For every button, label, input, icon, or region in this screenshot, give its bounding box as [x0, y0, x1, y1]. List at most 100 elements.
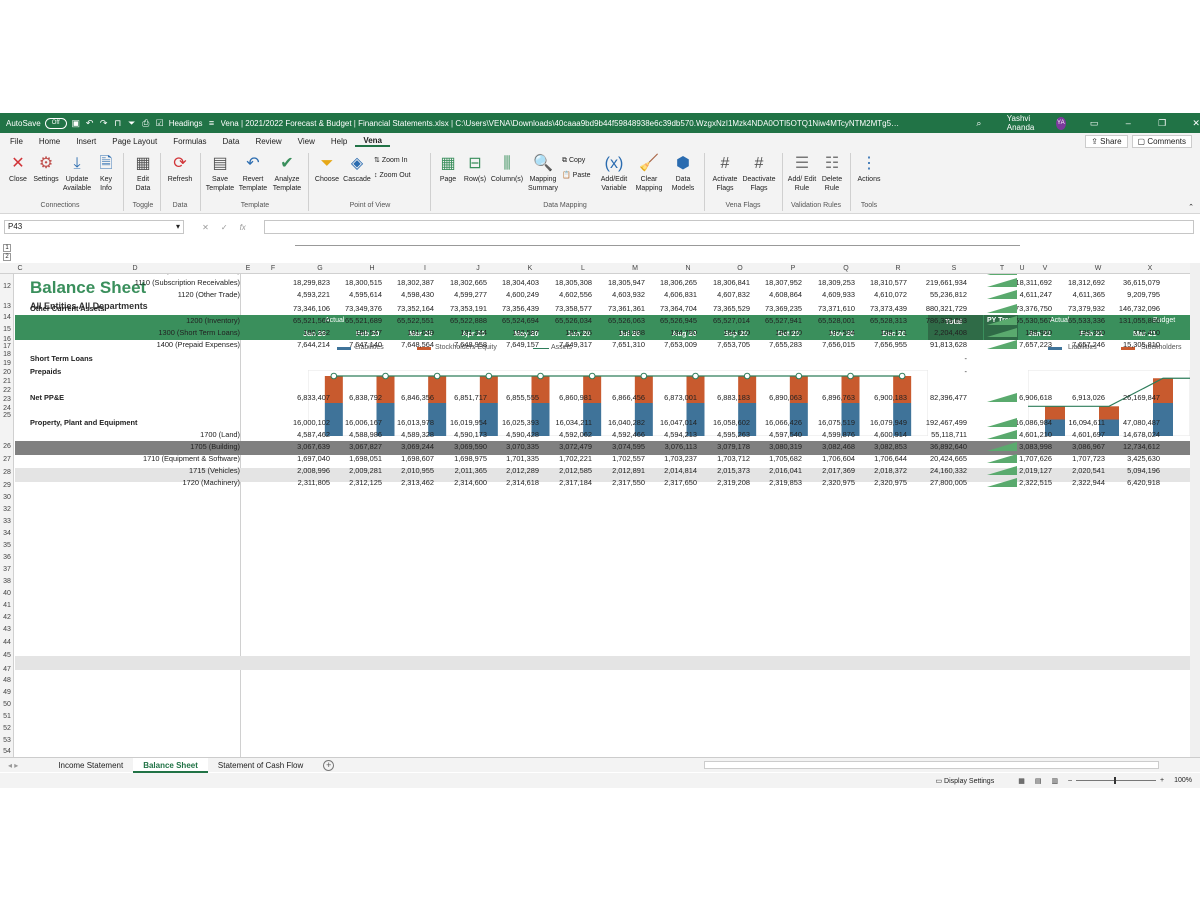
value-cell[interactable]: 4,594,213 — [664, 430, 697, 439]
value-cell[interactable]: 3,070,335 — [506, 442, 539, 451]
avatar[interactable]: YA — [1055, 116, 1066, 130]
tab-income-statement[interactable]: Income Statement — [48, 758, 133, 773]
row-header[interactable]: 24 — [0, 405, 14, 412]
value-cell[interactable]: 65,528,313 — [870, 316, 907, 325]
minimize-icon[interactable]: – — [1124, 118, 1132, 128]
value-cell[interactable]: 3,067,827 — [349, 442, 382, 451]
row-header[interactable]: 44 — [0, 639, 14, 646]
value-cell[interactable]: 7,649,157 — [506, 340, 539, 349]
value-cell[interactable]: 4,602,556 — [559, 290, 592, 299]
value-cell[interactable]: 73,346,106 — [293, 304, 330, 313]
value-cell[interactable]: 2,312,125 — [349, 478, 382, 487]
value-cell[interactable]: 65,521,560 — [293, 316, 330, 325]
row-header[interactable]: 29 — [0, 482, 14, 489]
value-cell[interactable]: 1,702,221 — [559, 454, 592, 463]
deactivate-flags-button[interactable]: # Deactivate Flags — [740, 155, 778, 193]
row-header[interactable]: 23 — [0, 396, 14, 403]
value-cell[interactable]: 16,034,211 — [556, 418, 592, 427]
value-cell[interactable]: 18,307,952 — [765, 278, 802, 287]
value-cell[interactable]: 18,306,265 — [660, 278, 697, 287]
row-header[interactable]: 43 — [0, 626, 14, 633]
row-header[interactable]: 42 — [0, 614, 14, 621]
value-cell[interactable]: 65,528,001 — [818, 316, 855, 325]
column-header[interactable]: V — [1037, 263, 1053, 274]
value-cell[interactable]: 4,606,831 — [664, 290, 697, 299]
value-cell[interactable]: 73,369,235 — [765, 304, 802, 313]
mapping-summary-button[interactable]: 🔍 Mapping Summary — [526, 155, 560, 193]
value-cell[interactable]: 6,833,407 — [297, 393, 330, 402]
row-header[interactable]: 41 — [0, 602, 14, 609]
value-cell[interactable]: 181,344 — [460, 328, 487, 337]
value-cell[interactable]: 2,014,814 — [664, 466, 697, 475]
value-cell[interactable]: 36,615,079 — [1123, 278, 1160, 287]
total-cell[interactable]: - — [965, 367, 967, 376]
value-cell[interactable]: 2,317,650 — [664, 478, 697, 487]
value-cell[interactable]: 4,598,430 — [401, 290, 434, 299]
row-header[interactable]: 20 — [0, 369, 14, 376]
value-cell[interactable]: 16,066,426 — [765, 418, 802, 427]
row-header[interactable]: 50 — [0, 701, 14, 708]
value-cell[interactable]: 7,655,283 — [769, 340, 802, 349]
value-cell[interactable]: 2,015,373 — [717, 466, 750, 475]
value-cell[interactable]: 4,588,986 — [349, 430, 382, 439]
value-cell[interactable]: 65,526,034 — [555, 316, 592, 325]
column-header[interactable]: G — [312, 263, 328, 274]
total-cell[interactable]: 36,892,640 — [930, 442, 967, 451]
value-cell[interactable]: 1,702,557 — [612, 454, 645, 463]
filter-icon[interactable]: ⏷ — [127, 118, 137, 128]
menu-insert[interactable]: Insert — [68, 137, 104, 146]
value-cell[interactable]: 4,601,210 — [1019, 430, 1052, 439]
value-cell[interactable]: 16,025,393 — [502, 418, 539, 427]
value-cell[interactable]: 1,703,712 — [717, 454, 750, 463]
value-cell[interactable]: 65,527,014 — [713, 316, 750, 325]
value-cell[interactable]: 7,649,317 — [559, 340, 592, 349]
value-cell[interactable]: 16,781,677 — [345, 274, 382, 275]
value-cell[interactable]: 1,706,604 — [822, 454, 855, 463]
column-header[interactable]: R — [890, 263, 906, 274]
value-cell[interactable]: 6,890,063 — [769, 393, 802, 402]
settings-button[interactable]: ⚙ Settings — [31, 155, 61, 184]
value-cell[interactable]: 4,589,328 — [401, 430, 434, 439]
row-header[interactable]: 19 — [0, 360, 14, 367]
value-cell[interactable]: 16,780,784 — [293, 274, 330, 275]
paste-button[interactable]: 📋 Paste — [562, 171, 598, 180]
value-cell[interactable]: 16,790,269 — [1015, 274, 1052, 275]
value-cell[interactable]: 18,306,841 — [713, 278, 750, 287]
column-header[interactable]: W — [1090, 263, 1106, 274]
column-header[interactable]: O — [732, 263, 748, 274]
value-cell[interactable]: 6,846,356 — [401, 393, 434, 402]
value-cell[interactable]: 73,352,164 — [397, 304, 434, 313]
value-cell[interactable]: 186,010 — [775, 328, 802, 337]
row-header[interactable]: 36 — [0, 554, 14, 561]
normal-view-icon[interactable]: ▦ — [1018, 777, 1025, 785]
formula-input[interactable] — [264, 220, 1194, 234]
value-cell[interactable]: 3,082,853 — [874, 442, 907, 451]
value-cell[interactable]: 65,530,567 — [1015, 316, 1052, 325]
value-cell[interactable]: 180,547 — [355, 328, 382, 337]
column-header[interactable]: P — [785, 263, 801, 274]
value-cell[interactable]: 65,533,336 — [1068, 316, 1105, 325]
value-cell[interactable]: 4,595,263 — [717, 430, 750, 439]
row-header[interactable]: 54 — [0, 748, 14, 755]
value-cell[interactable]: 6,873,001 — [664, 393, 697, 402]
value-cell[interactable]: 3,082,468 — [822, 442, 855, 451]
value-cell[interactable]: 3,080,319 — [769, 442, 802, 451]
total-cell[interactable]: 2,204,408 — [934, 328, 967, 337]
column-header[interactable]: Q — [838, 263, 854, 274]
value-cell[interactable]: 7,657,246 — [1072, 340, 1105, 349]
value-cell[interactable]: 65,522,888 — [450, 316, 487, 325]
row-header[interactable]: 53 — [0, 737, 14, 744]
value-cell[interactable]: 2,012,891 — [612, 466, 645, 475]
value-cell[interactable]: 4,599,876 — [822, 430, 855, 439]
value-cell[interactable]: 1,706,644 — [874, 454, 907, 463]
value-cell[interactable]: 9,209,795 — [1127, 290, 1160, 299]
value-cell[interactable]: 2,010,955 — [401, 466, 434, 475]
value-cell[interactable]: 4,592,466 — [612, 430, 645, 439]
value-cell[interactable]: 7,648,564 — [401, 340, 434, 349]
value-cell[interactable]: 7,653,009 — [664, 340, 697, 349]
row-header[interactable]: 13 — [0, 303, 14, 310]
row-header[interactable]: 32 — [0, 506, 14, 513]
row-header[interactable]: 33 — [0, 518, 14, 525]
value-cell[interactable]: 4,590,173 — [454, 430, 487, 439]
value-cell[interactable]: 1,698,607 — [401, 454, 434, 463]
